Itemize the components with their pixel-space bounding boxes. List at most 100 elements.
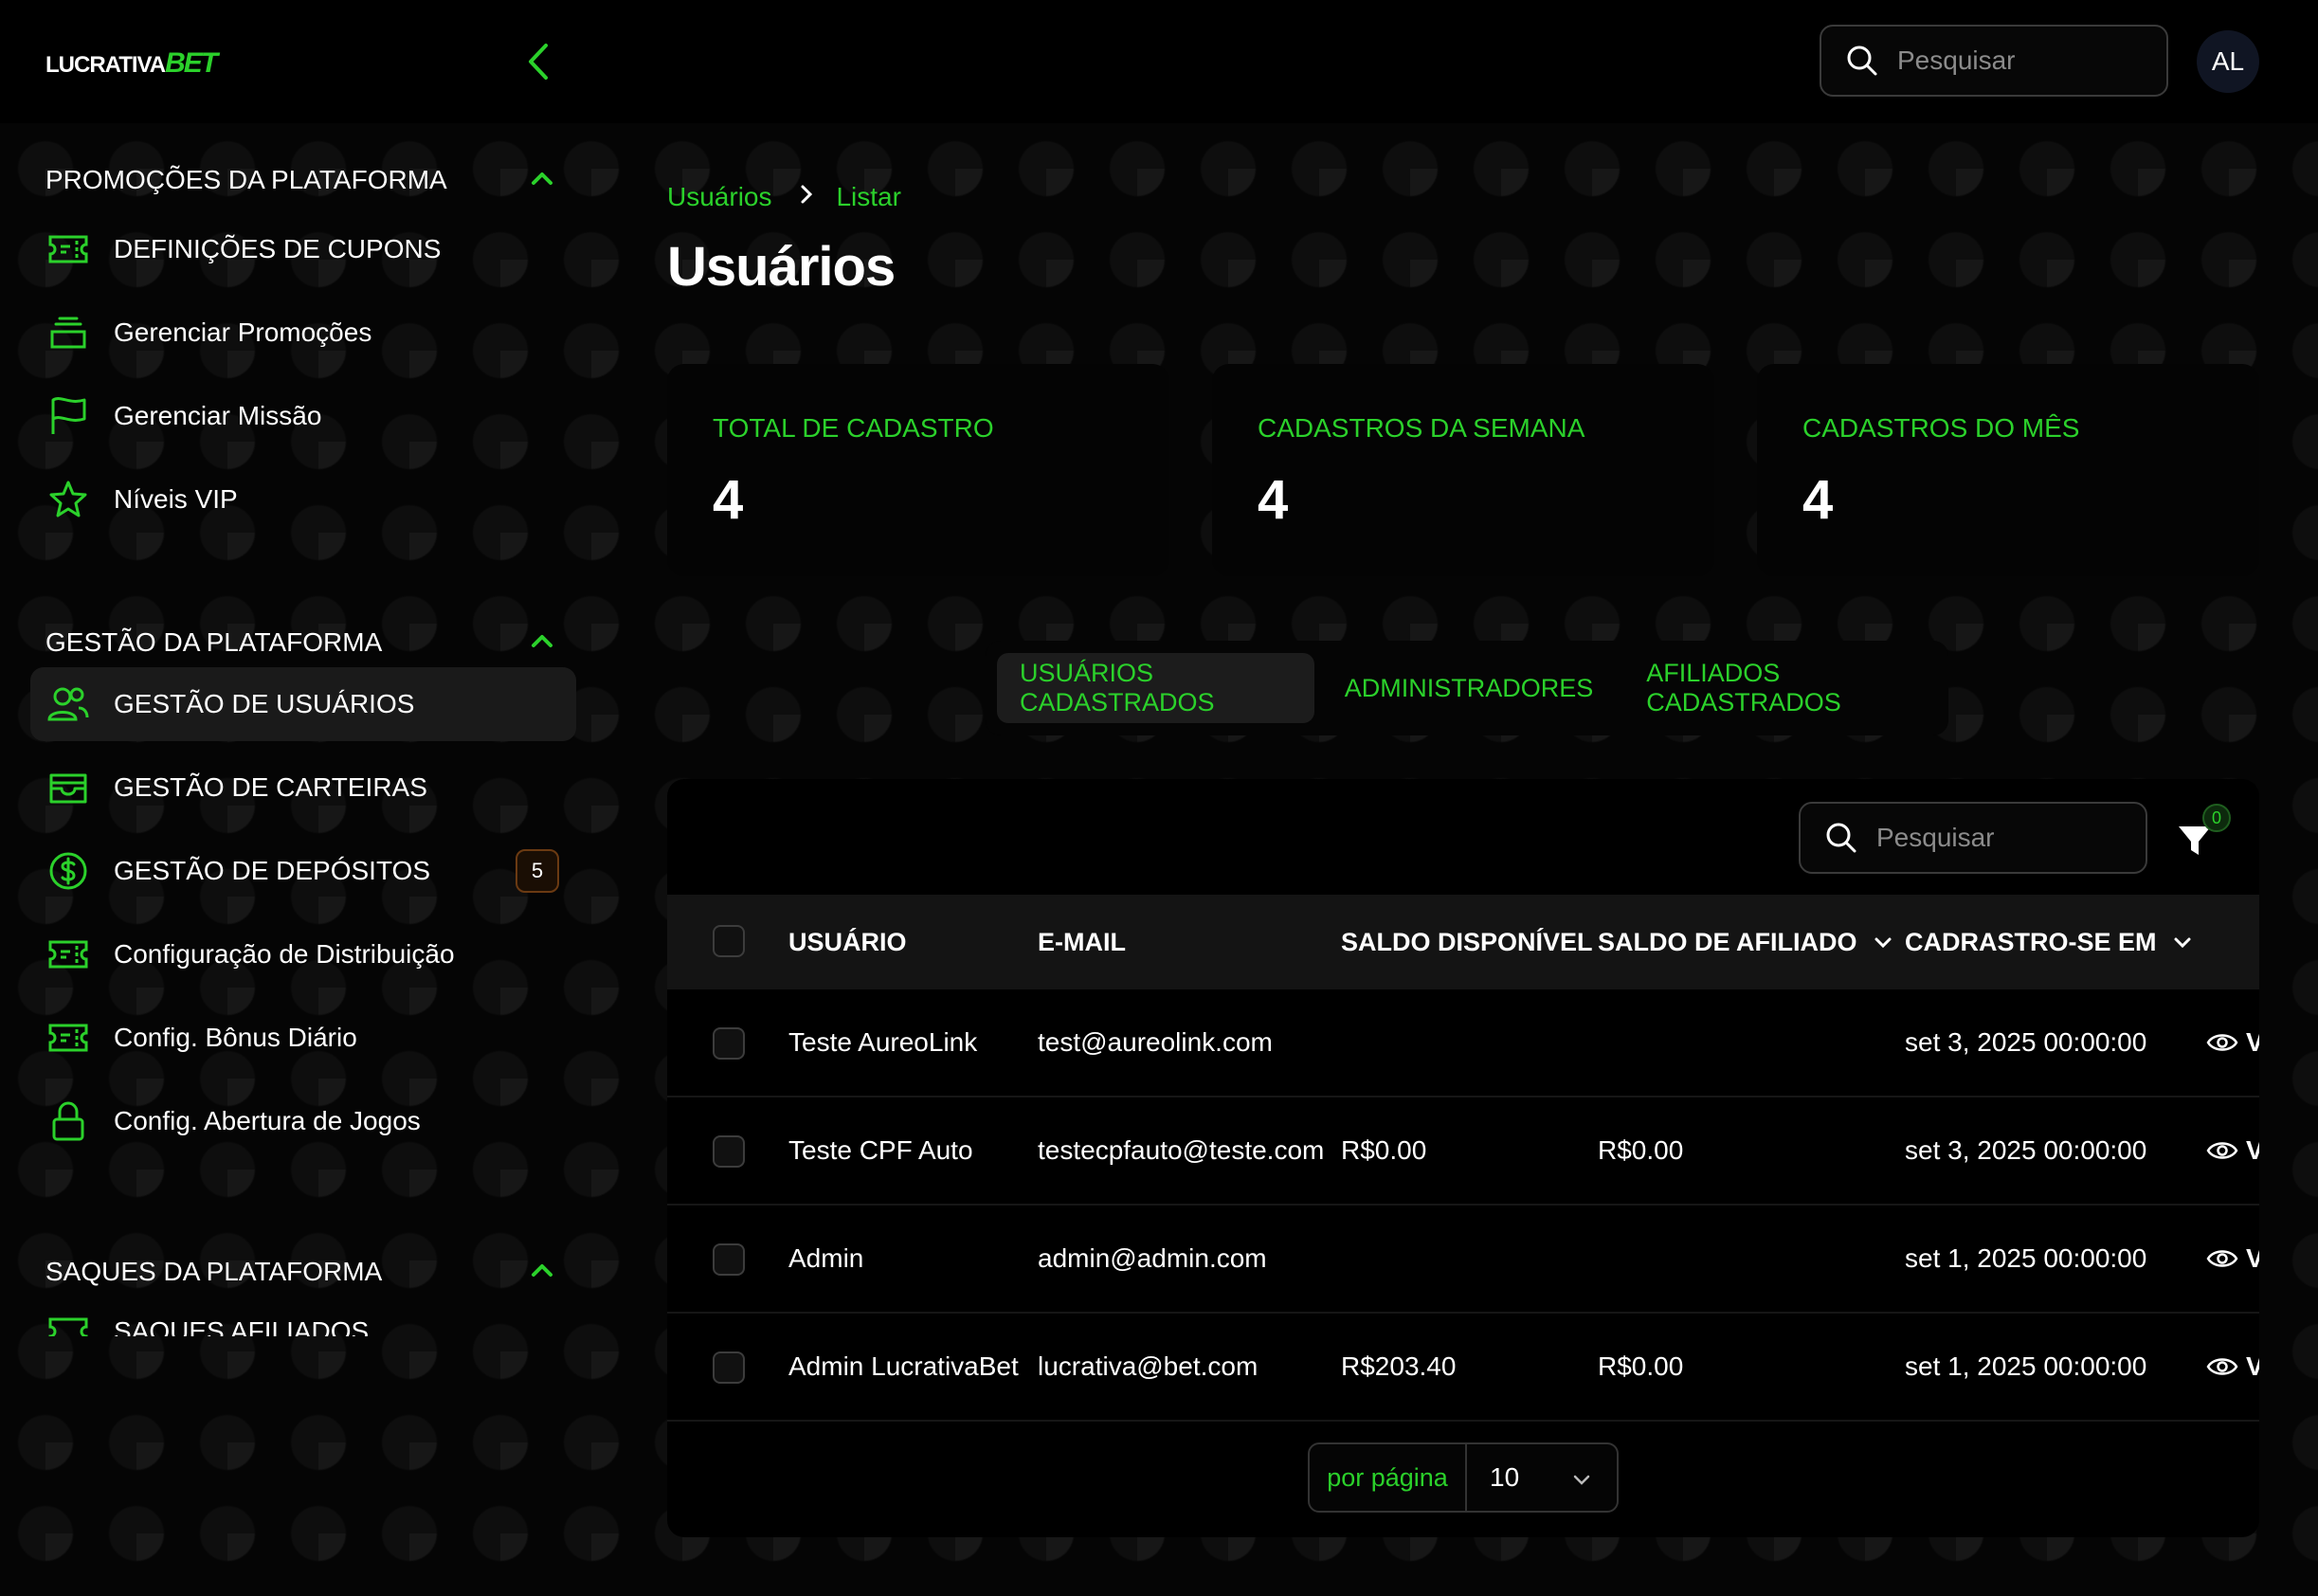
view-button[interactable]: V bbox=[2206, 1314, 2259, 1420]
sidebar-item-bonus-diario[interactable]: Config. Bônus Diário bbox=[30, 1001, 576, 1075]
chevron-up-icon bbox=[532, 635, 552, 647]
brand-logo[interactable]: LUCRATIVA BET bbox=[45, 47, 218, 85]
stat-card-semana: CADASTROS DA SEMANA 4 bbox=[1212, 364, 1714, 576]
search-icon bbox=[1826, 823, 1856, 853]
view-button[interactable]: V bbox=[2206, 1206, 2259, 1312]
cell-affiliate: R$0.00 bbox=[1598, 1351, 1684, 1381]
table-row[interactable]: Teste AureoLink test@aureolink.com set 3… bbox=[667, 989, 2259, 1097]
sidebar-item-usuarios[interactable]: GESTÃO DE USUÁRIOS bbox=[30, 667, 576, 741]
view-label: V bbox=[2246, 1243, 2259, 1273]
sidebar-item-cupons[interactable]: DEFINIÇÕES DE CUPONS bbox=[30, 212, 576, 286]
cell-user: Admin bbox=[788, 1243, 864, 1273]
ticket-icon bbox=[45, 1015, 91, 1061]
stat-value: 4 bbox=[713, 469, 744, 531]
chevron-up-icon bbox=[532, 1264, 552, 1277]
section-gestao[interactable]: GESTÃO DA PLATAFORMA bbox=[45, 620, 576, 665]
search-placeholder: Pesquisar bbox=[1897, 45, 2016, 75]
collapse-sidebar-button[interactable] bbox=[523, 40, 553, 83]
table-row[interactable]: Admin admin@admin.com set 1, 2025 00:00:… bbox=[667, 1206, 2259, 1314]
header-search-input[interactable]: Pesquisar bbox=[1820, 25, 2168, 97]
table-header: USUÁRIO E-MAIL SALDO DISPONÍVEL SALDO DE… bbox=[667, 895, 2259, 989]
cell-balance: R$203.40 bbox=[1341, 1351, 1457, 1381]
table-row[interactable]: Admin LucrativaBet lucrativa@bet.com R$2… bbox=[667, 1314, 2259, 1422]
search-placeholder: Pesquisar bbox=[1876, 823, 1995, 852]
sidebar-item-depositos[interactable]: GESTÃO DE DEPÓSITOS 5 bbox=[30, 834, 576, 908]
ticket-icon bbox=[45, 1309, 91, 1336]
table-row[interactable]: Teste CPF Auto testecpfauto@teste.com R$… bbox=[667, 1097, 2259, 1206]
logo-text: LUCRATIVA bbox=[45, 52, 166, 78]
row-checkbox[interactable] bbox=[713, 1027, 745, 1060]
row-checkbox[interactable] bbox=[713, 1135, 745, 1168]
sidebar: PROMOÇÕES DA PLATAFORMA DEFINIÇÕES DE CU… bbox=[0, 123, 588, 1336]
chevron-down-icon bbox=[1874, 937, 1891, 949]
section-promocoes[interactable]: PROMOÇÕES DA PLATAFORMA bbox=[45, 157, 576, 203]
view-button[interactable]: V bbox=[2206, 989, 2259, 1096]
sidebar-item-label: Config. Abertura de Jogos bbox=[114, 1106, 421, 1135]
cell-created: set 1, 2025 00:00:00 bbox=[1905, 1351, 2147, 1381]
sidebar-item-carteiras[interactable]: GESTÃO DE CARTEIRAS bbox=[30, 751, 576, 825]
sidebar-item-missao[interactable]: Gerenciar Missão bbox=[30, 379, 576, 453]
cell-email: lucrativa@bet.com bbox=[1038, 1351, 1259, 1381]
cell-created: set 1, 2025 00:00:00 bbox=[1905, 1243, 2147, 1273]
cell-created: set 3, 2025 00:00:00 bbox=[1905, 1135, 2147, 1165]
stat-card-total: TOTAL DE CADASTRO 4 bbox=[667, 364, 1169, 576]
sidebar-item-label: Gerenciar Promoções bbox=[114, 317, 372, 347]
users-table-panel: Pesquisar 0 USUÁRIO E-MAIL SALDO DISPONÍ… bbox=[667, 779, 2259, 1537]
column-cadastro[interactable]: CADRASTRO-SE EM bbox=[1905, 895, 2193, 989]
view-label: V bbox=[2246, 1027, 2259, 1057]
per-page-value[interactable]: 10 bbox=[1467, 1444, 1617, 1511]
column-email[interactable]: E-MAIL bbox=[1038, 895, 1126, 989]
logo-accent-text: BET bbox=[165, 47, 218, 79]
breadcrumb-current[interactable]: Listar bbox=[836, 182, 900, 212]
stat-value: 4 bbox=[1258, 469, 1289, 531]
stat-value: 4 bbox=[1802, 469, 1834, 531]
deposit-count-badge: 5 bbox=[516, 849, 559, 893]
view-label: V bbox=[2246, 1351, 2259, 1381]
row-checkbox[interactable] bbox=[713, 1351, 745, 1384]
tab-afiliados-cadastrados[interactable]: AFILIADOS CADASTRADOS bbox=[1623, 653, 1941, 723]
chevron-left-icon bbox=[529, 44, 548, 80]
inbox-stack-icon bbox=[45, 310, 91, 355]
stat-label: CADASTROS DO MÊS bbox=[1802, 413, 2080, 443]
sidebar-item-promocoes[interactable]: Gerenciar Promoções bbox=[30, 296, 576, 370]
sidebar-item-label: Config. Bônus Diário bbox=[114, 1023, 357, 1052]
column-saldo-afiliado[interactable]: SALDO DE AFILIADO bbox=[1598, 895, 1893, 989]
per-page-number: 10 bbox=[1490, 1462, 1520, 1492]
page-title: Usuários bbox=[667, 236, 896, 298]
tab-administradores[interactable]: ADMINISTRADORES bbox=[1322, 653, 1617, 723]
row-checkbox[interactable] bbox=[713, 1243, 745, 1276]
stat-card-mes: CADASTROS DO MÊS 4 bbox=[1757, 364, 2259, 576]
section-title: SAQUES DA PLATAFORMA bbox=[45, 1257, 383, 1286]
filter-count-badge: 0 bbox=[2202, 804, 2231, 832]
view-label: V bbox=[2246, 1135, 2259, 1165]
sidebar-item-distribuicao[interactable]: Configuração de Distribuição bbox=[30, 917, 576, 991]
sidebar-item-saques-afiliados[interactable]: SAQUES AFILIADOS bbox=[30, 1295, 576, 1336]
sidebar-item-vip[interactable]: Níveis VIP bbox=[30, 462, 576, 536]
tab-usuarios-cadastrados[interactable]: USUÁRIOS CADASTRADOS bbox=[997, 653, 1314, 723]
table-search-input[interactable]: Pesquisar bbox=[1799, 802, 2147, 874]
chevron-up-icon bbox=[532, 172, 552, 185]
column-label: CADRASTRO-SE EM bbox=[1905, 927, 2157, 956]
column-usuario[interactable]: USUÁRIO bbox=[788, 895, 907, 989]
sidebar-item-label: Níveis VIP bbox=[114, 484, 238, 514]
breadcrumb-root[interactable]: Usuários bbox=[667, 182, 771, 212]
column-saldo-disponivel[interactable]: SALDO DISPONÍVEL bbox=[1341, 895, 1593, 989]
ticket-icon bbox=[45, 932, 91, 977]
sidebar-item-label: GESTÃO DE DEPÓSITOS bbox=[114, 856, 431, 885]
flag-icon bbox=[45, 393, 91, 439]
per-page-label: por página bbox=[1310, 1444, 1467, 1511]
avatar[interactable]: AL bbox=[2197, 30, 2259, 93]
sidebar-item-abertura-jogos[interactable]: Config. Abertura de Jogos bbox=[30, 1084, 576, 1158]
select-all-checkbox[interactable] bbox=[713, 925, 745, 957]
view-button[interactable]: V bbox=[2206, 1097, 2259, 1204]
sidebar-item-label: SAQUES AFILIADOS bbox=[114, 1316, 370, 1336]
sidebar-item-label: GESTÃO DE CARTEIRAS bbox=[114, 772, 427, 802]
section-saques[interactable]: SAQUES DA PLATAFORMA bbox=[45, 1249, 576, 1295]
stat-label: TOTAL DE CADASTRO bbox=[713, 413, 994, 443]
section-title: GESTÃO DA PLATAFORMA bbox=[45, 627, 383, 657]
tab-bar: USUÁRIOS CADASTRADOS ADMINISTRADORES AFI… bbox=[986, 641, 1948, 735]
cell-user: Teste AureoLink bbox=[788, 1027, 978, 1057]
per-page-select[interactable]: por página 10 bbox=[1308, 1442, 1619, 1513]
sidebar-item-label: Configuração de Distribuição bbox=[114, 939, 455, 969]
eye-icon bbox=[2206, 1358, 2238, 1375]
